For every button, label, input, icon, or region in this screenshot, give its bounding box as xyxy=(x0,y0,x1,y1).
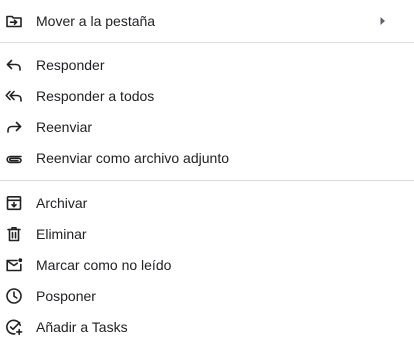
menu-item-reply[interactable]: Responder xyxy=(0,49,414,80)
add-to-tasks-icon xyxy=(5,318,23,336)
menu-item-label: Posponer xyxy=(36,287,96,304)
menu-item-label: Añadir a Tasks xyxy=(36,318,128,335)
menu-item-add-to-tasks[interactable]: Añadir a Tasks xyxy=(0,311,414,342)
forward-icon xyxy=(5,118,23,136)
menu-item-label: Archivar xyxy=(36,194,88,211)
menu-item-delete[interactable]: Eliminar xyxy=(0,218,414,249)
archive-icon xyxy=(5,194,23,212)
menu-item-move-to-tab[interactable]: Mover a la pestaña xyxy=(0,5,414,36)
menu-item-reply-all[interactable]: Responder a todos xyxy=(0,80,414,111)
mark-unread-icon xyxy=(5,256,23,274)
menu-item-forward-as-attachment[interactable]: Reenviar como archivo adjunto xyxy=(0,142,414,173)
divider xyxy=(0,42,414,43)
divider xyxy=(0,180,414,181)
menu-item-forward[interactable]: Reenviar xyxy=(0,111,414,142)
context-menu: Mover a la pestaña Responder Responder a… xyxy=(0,0,414,348)
menu-item-label: Reenviar como archivo adjunto xyxy=(36,149,229,166)
reply-all-icon xyxy=(5,87,23,105)
menu-item-label: Eliminar xyxy=(36,225,87,242)
menu-item-label: Marcar como no leído xyxy=(36,256,172,273)
trash-icon xyxy=(5,225,23,243)
move-to-tab-icon xyxy=(5,12,23,30)
menu-item-archive[interactable]: Archivar xyxy=(0,187,414,218)
menu-item-snooze[interactable]: Posponer xyxy=(0,280,414,311)
menu-item-label: Responder a todos xyxy=(36,87,155,104)
menu-item-label: Responder xyxy=(36,56,105,73)
menu-item-label: Mover a la pestaña xyxy=(36,12,156,29)
menu-item-label: Reenviar xyxy=(36,118,93,135)
submenu-arrow-icon xyxy=(380,16,386,26)
menu-item-mark-unread[interactable]: Marcar como no leído xyxy=(0,249,414,280)
clock-icon xyxy=(5,287,23,305)
attachment-icon xyxy=(5,149,23,167)
reply-icon xyxy=(5,56,23,74)
